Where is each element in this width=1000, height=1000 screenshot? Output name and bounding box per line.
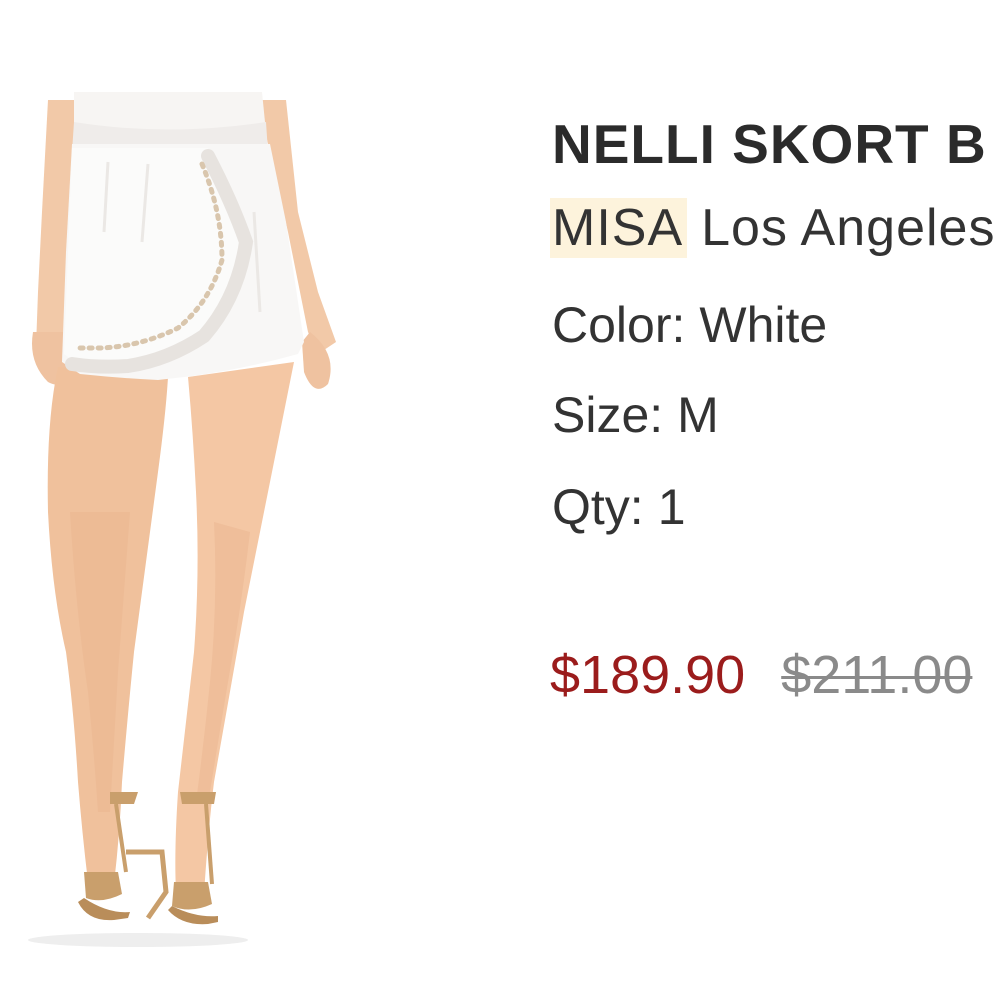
product-image[interactable] [18,92,358,952]
color-label: Color: [552,297,686,353]
size-attribute: Size: M [552,386,719,444]
price-block: $189.90 $211.00 [550,644,972,706]
size-value: M [677,387,719,443]
sale-price: $189.90 [550,645,746,705]
brand-name[interactable]: MISA Los Angeles [550,198,995,258]
product-title[interactable]: NELLI SKORT B [552,112,987,176]
quantity-attribute: Qty: 1 [552,478,686,536]
qty-value: 1 [657,479,686,535]
product-info: NELLI SKORT B MISA Los Angeles Color: Whit… [550,0,1000,1000]
color-attribute: Color: White [552,296,827,354]
qty-label: Qty: [552,479,644,535]
original-price: $211.00 [781,645,973,705]
color-value: White [699,297,828,353]
product-photo [28,92,336,947]
brand-highlight: MISA [550,198,688,258]
size-label: Size: [552,387,664,443]
brand-location: Los Angeles [701,199,996,257]
